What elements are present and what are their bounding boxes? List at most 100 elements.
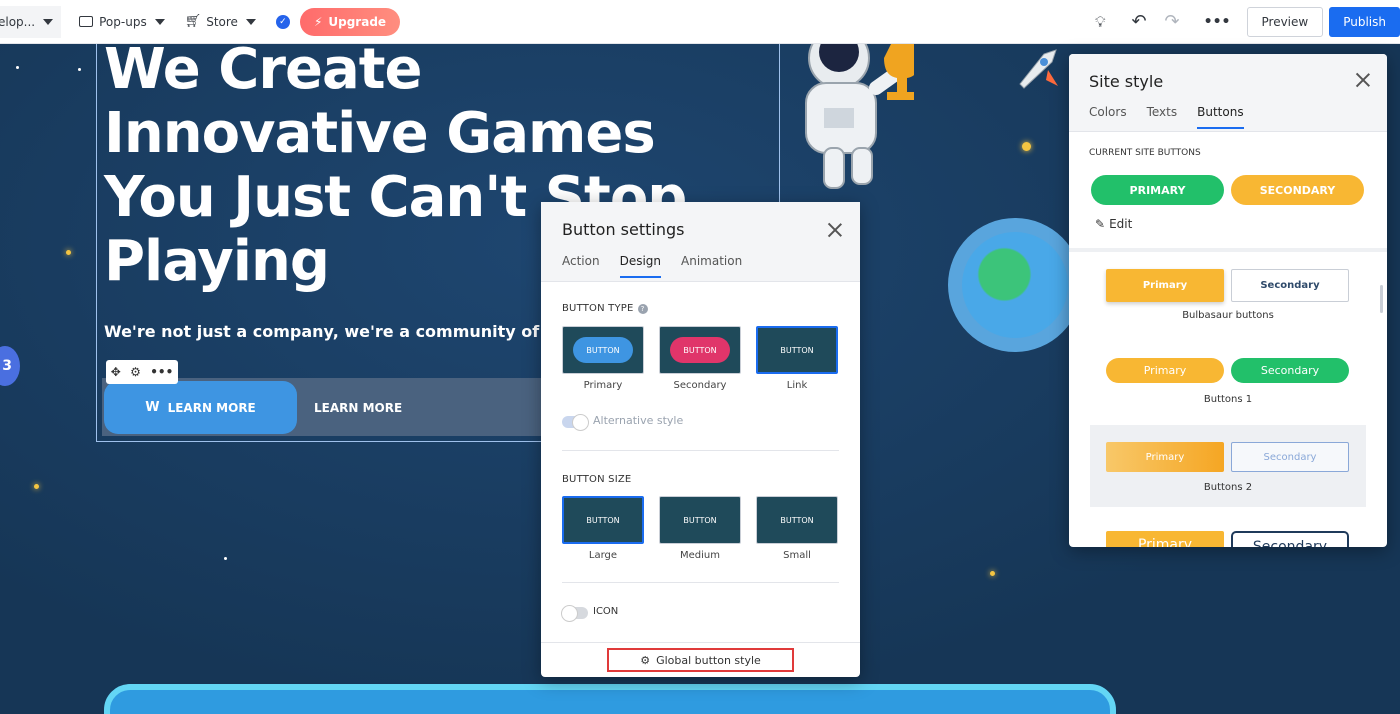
undo-icon[interactable]: ↶ bbox=[1131, 11, 1146, 32]
cart-icon: 🛒︎ bbox=[184, 14, 202, 29]
close-icon[interactable] bbox=[1355, 72, 1371, 88]
current-secondary-button[interactable]: SECONDARY bbox=[1231, 175, 1364, 205]
side-badge-label: 3 bbox=[2, 358, 12, 374]
move-icon[interactable]: ✥ bbox=[111, 365, 121, 379]
wix-logo-icon: W bbox=[145, 400, 160, 415]
store-menu[interactable]: 🛒︎ Store bbox=[175, 0, 266, 44]
preview-button[interactable]: Preview bbox=[1246, 6, 1324, 37]
chevron-down-icon bbox=[154, 18, 165, 25]
type-option-secondary[interactable]: BUTTON bbox=[659, 326, 741, 374]
alternative-style-toggle[interactable] bbox=[562, 414, 589, 431]
preset-primary-button[interactable]: Primary bbox=[1106, 442, 1224, 472]
element-mini-toolbar: ✥ ⚙︎ ••• bbox=[106, 360, 178, 384]
tab-design[interactable]: Design bbox=[619, 254, 662, 278]
panel-header: Button settings Action Design Animation bbox=[541, 202, 860, 282]
preset-secondary-button[interactable]: Secondary bbox=[1231, 358, 1349, 383]
medium-preview: BUTTON bbox=[683, 515, 717, 525]
edit-label: Edit bbox=[1109, 217, 1133, 231]
star-decoration bbox=[16, 66, 19, 69]
star-decoration bbox=[78, 68, 81, 71]
preset-secondary-button[interactable]: Secondary bbox=[1231, 531, 1349, 547]
redo-icon[interactable]: ↷ bbox=[1165, 11, 1180, 32]
primary-preview: BUTTON bbox=[573, 337, 633, 363]
more-icon[interactable]: ••• bbox=[1204, 14, 1231, 30]
type-caption: Link bbox=[786, 380, 808, 391]
close-icon[interactable] bbox=[827, 222, 843, 238]
popups-menu[interactable]: Pop-ups bbox=[69, 0, 175, 44]
star-decoration bbox=[1022, 142, 1031, 151]
site-style-panel: Site style Colors Texts Buttons CURRENT … bbox=[1069, 54, 1387, 547]
size-option-medium[interactable]: BUTTON bbox=[659, 496, 741, 544]
site-menu-label: elop... bbox=[0, 14, 36, 29]
preset-name: Buttons 2 bbox=[1203, 482, 1253, 493]
icon-toggle[interactable] bbox=[561, 605, 588, 622]
current-primary-button[interactable]: PRIMARY bbox=[1091, 175, 1224, 205]
hero-subtitle[interactable]: We're not just a company, we're a commun… bbox=[104, 322, 544, 341]
tab-buttons[interactable]: Buttons bbox=[1197, 105, 1244, 129]
size-caption: Medium bbox=[680, 550, 720, 561]
store-label: Store bbox=[206, 14, 238, 29]
site-style-tabs: Colors Texts Buttons bbox=[1089, 105, 1264, 129]
star-decoration bbox=[990, 571, 995, 576]
chevron-down-icon bbox=[245, 18, 256, 25]
button-settings-tabs: Action Design Animation bbox=[562, 254, 762, 278]
hero-heading-line: Innovative Games bbox=[104, 101, 656, 166]
window-icon bbox=[79, 16, 94, 27]
preset-primary-button[interactable]: Primary bbox=[1106, 269, 1224, 302]
verified-icon[interactable]: ✓ bbox=[275, 14, 290, 29]
more-icon[interactable]: ••• bbox=[150, 365, 173, 379]
gear-icon: ⚙︎ bbox=[640, 653, 651, 667]
preset-primary-button[interactable]: Primary bbox=[1106, 358, 1224, 383]
lightning-icon: ⚡︎ bbox=[313, 14, 323, 29]
divider bbox=[562, 582, 839, 583]
type-caption: Secondary bbox=[673, 380, 727, 391]
preset-primary-button[interactable]: Primary bbox=[1106, 531, 1224, 547]
star-decoration bbox=[224, 557, 227, 560]
global-button-style-button[interactable]: ⚙︎ Global button style bbox=[607, 648, 794, 672]
publish-button[interactable]: Publish bbox=[1329, 6, 1400, 37]
chevron-down-icon bbox=[43, 18, 54, 25]
tab-colors[interactable]: Colors bbox=[1089, 105, 1127, 129]
rocket-icon bbox=[1019, 49, 1058, 89]
star-decoration bbox=[34, 484, 39, 489]
size-caption: Small bbox=[783, 550, 811, 561]
type-option-link[interactable]: BUTTON bbox=[756, 326, 838, 374]
star-decoration bbox=[66, 250, 71, 255]
type-caption: Primary bbox=[583, 380, 623, 391]
preset-name: Bulbasaur buttons bbox=[1182, 310, 1274, 321]
learn-more-primary-button[interactable]: W LEARN MORE bbox=[104, 381, 297, 434]
pencil-icon: ✎ bbox=[1095, 217, 1106, 231]
tab-texts[interactable]: Texts bbox=[1147, 105, 1178, 129]
editor-top-bar: elop... Pop-ups 🛒︎ Store ✓ ⚡︎ Upgrade 💡︎… bbox=[0, 0, 1400, 44]
divider bbox=[562, 450, 839, 451]
type-option-primary[interactable]: BUTTON bbox=[562, 326, 644, 374]
astronaut-illustration bbox=[805, 44, 914, 189]
size-option-large[interactable]: BUTTON bbox=[562, 496, 644, 544]
small-preview: BUTTON bbox=[780, 515, 814, 525]
preset-secondary-button[interactable]: Secondary bbox=[1231, 442, 1349, 472]
panel-header: Site style Colors Texts Buttons bbox=[1069, 54, 1387, 132]
button-type-label: BUTTON TYPE? bbox=[562, 303, 648, 314]
lightbulb-icon[interactable]: 💡︎ bbox=[1095, 13, 1106, 31]
tab-animation[interactable]: Animation bbox=[681, 254, 742, 278]
edit-buttons-link[interactable]: ✎ Edit bbox=[1095, 217, 1132, 231]
size-option-small[interactable]: BUTTON bbox=[756, 496, 838, 544]
current-site-buttons-label: CURRENT SITE BUTTONS bbox=[1089, 148, 1201, 158]
panel-scrollbar[interactable] bbox=[1380, 285, 1383, 313]
tab-action[interactable]: Action bbox=[562, 254, 600, 278]
publish-label: Publish bbox=[1343, 14, 1386, 29]
alternative-style-label: Alternative style bbox=[593, 414, 684, 427]
site-menu-dropdown[interactable]: elop... bbox=[0, 5, 62, 38]
learn-more-secondary-button[interactable]: LEARN MORE bbox=[314, 381, 402, 434]
hero-heading-line: We Create bbox=[104, 44, 422, 102]
next-section-card bbox=[104, 684, 1116, 714]
preset-secondary-button[interactable]: Secondary bbox=[1231, 269, 1349, 302]
upgrade-button[interactable]: ⚡︎ Upgrade bbox=[299, 7, 401, 36]
help-icon[interactable]: ? bbox=[637, 304, 648, 314]
gear-icon[interactable]: ⚙︎ bbox=[130, 365, 141, 379]
button-settings-panel: Button settings Action Design Animation … bbox=[541, 202, 860, 677]
divider bbox=[1069, 248, 1387, 252]
earth-planet-illustration bbox=[948, 218, 1082, 352]
link-preview: BUTTON bbox=[780, 345, 814, 355]
learn-more-label: LEARN MORE bbox=[167, 400, 256, 415]
